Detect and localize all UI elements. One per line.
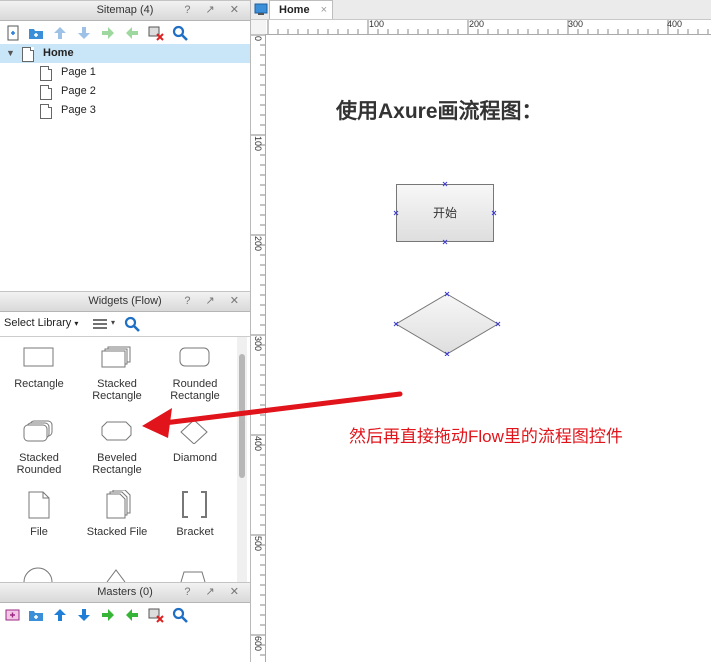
ruler-label: 100 [369,19,385,29]
ruler-label: 200 [253,236,263,252]
search-icon[interactable] [172,25,188,41]
widgets-header: Widgets (Flow) ? ↗ ✕ [0,291,250,312]
ruler-label: 300 [568,19,584,29]
move-down-icon[interactable] [76,607,92,623]
sitemap-item-label: Page 3 [61,104,96,116]
page-icon [40,66,52,81]
indent-icon[interactable] [100,607,116,623]
widget-stacked-file[interactable]: Stacked File [78,489,156,550]
ruler-corner [251,20,267,35]
file-shape-icon [28,491,50,519]
add-master-icon[interactable] [5,607,21,623]
stacked-rectangle-shape-icon [101,346,131,368]
widget-row-partial [23,567,206,582]
sitemap-header: Sitemap (4) ? ↗ ✕ [0,0,250,21]
page-icon [40,104,52,119]
tab-home[interactable]: Home × [269,0,333,19]
decision-diamond[interactable] [392,290,502,356]
rectangle-shape-icon [23,347,54,367]
widget-file[interactable]: File [0,490,78,550]
ruler-label: 500 [253,536,263,552]
ruler-label: 0 [253,36,263,42]
widget-label: Beveled [97,452,137,464]
widget-stacked-rounded[interactable]: Stacked Rounded [0,420,78,480]
tab-bar: Home × [251,0,711,20]
widget-label: Rectangle [92,464,142,476]
widgets-title: Widgets (Flow) [88,295,162,307]
page-icon [40,85,52,100]
move-up-icon[interactable] [52,607,68,623]
sitemap-item-label: Page 1 [61,66,96,78]
search-icon[interactable] [124,316,140,332]
widget-label: Rectangle [14,378,64,390]
horizontal-ruler-ticks [267,20,709,34]
tab-label: Home [279,4,310,16]
close-icon[interactable]: × [321,1,327,20]
divider [0,336,250,337]
select-library-dropdown[interactable]: Select Library ▾ [4,317,78,329]
ruler-label: 200 [469,19,485,29]
add-folder-icon[interactable] [28,25,44,41]
move-up-icon[interactable] [52,25,68,41]
indent-icon[interactable] [100,25,116,41]
design-canvas[interactable]: 使用Axure画流程图： 开始 然后再直接拖动Flow里的流程图控件 [142,35,711,662]
widgets-panel-controls[interactable]: ? ↗ ✕ [184,292,245,311]
sitemap-panel-controls[interactable]: ? ↗ ✕ [184,1,245,20]
sitemap-item-home[interactable]: ▼ Home [0,44,250,63]
masters-title: Masters (0) [97,586,153,598]
sitemap-toolbar [0,21,250,45]
connection-handles[interactable] [392,180,498,246]
sitemap-item-page1[interactable]: Page 1 [0,63,250,82]
bracket-shape-icon [182,491,207,518]
left-panel: Sitemap (4) ? ↗ ✕ ▼ Home Page 1 Page 2 P… [0,0,251,662]
annotation-text: 然后再直接拖动Flow里的流程图控件 [349,427,623,446]
masters-toolbar [0,603,250,627]
sitemap-item-label: Page 2 [61,85,96,97]
chevron-down-icon: ▾ [74,319,79,328]
menu-icon[interactable] [92,316,108,332]
masters-panel-controls[interactable]: ? ↗ ✕ [184,583,245,602]
sitemap-item-page3[interactable]: Page 3 [0,101,250,120]
ruler-label: 300 [253,336,263,352]
outdent-icon[interactable] [124,607,140,623]
stacked-rounded-shape-icon [23,420,53,442]
add-page-icon[interactable] [5,25,21,41]
widget-label: Bracket [176,526,214,538]
widgets-scrollbar[interactable] [237,337,247,582]
vertical-ruler[interactable]: 0 100 200 300 400 500 600 [251,34,266,662]
ruler-label: 600 [253,636,263,652]
widget-label: File [30,526,48,538]
page-icon [22,47,34,62]
horizontal-ruler[interactable]: 100 200 300 400 [266,19,711,35]
widget-label: Stacked [19,452,59,464]
move-down-icon[interactable] [76,25,92,41]
chevron-down-icon[interactable]: ▾ [111,318,115,327]
canvas-title[interactable]: 使用Axure画流程图： [336,95,543,125]
sitemap-item-label: Home [43,47,74,59]
widgets-toolbar: Select Library ▾ ▾ [0,312,250,336]
outdent-icon[interactable] [124,25,140,41]
add-folder-icon[interactable] [28,607,44,623]
editor-area: Home × 100 200 300 400 0 100 200 300 400… [142,0,711,662]
stacked-file-shape-icon [106,489,131,519]
widget-label: Stacked File [86,526,148,538]
delete-master-icon[interactable] [148,607,164,623]
widget-rectangle[interactable]: Rectangle [0,346,78,406]
sitemap-title: Sitemap (4) [96,4,154,16]
ruler-label: 400 [667,19,683,29]
widget-label: Diamond [172,452,218,464]
delete-page-icon[interactable] [148,25,164,41]
widget-label: Rounded [16,464,62,476]
expand-triangle-icon[interactable]: ▼ [6,44,15,63]
ruler-label: 100 [253,136,263,152]
rounded-rectangle-shape-icon [179,347,210,367]
page-tabs-icon[interactable] [254,3,268,16]
select-library-label: Select Library [4,317,72,329]
search-icon[interactable] [172,607,188,623]
masters-header: Masters (0) ? ↗ ✕ [0,582,250,603]
widget-bracket[interactable]: Bracket [156,490,234,550]
sitemap-item-page2[interactable]: Page 2 [0,82,250,101]
